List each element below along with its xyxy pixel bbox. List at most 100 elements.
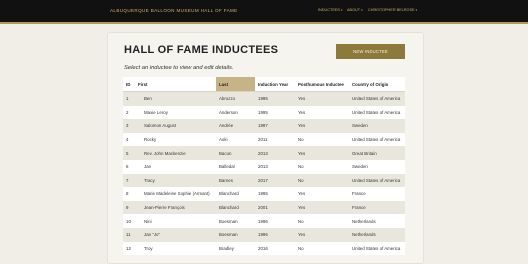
table-row[interactable]: 3 Salomon August Andrée 1997 Yes Sweden <box>123 119 405 133</box>
instruction-text: Select an inductee to view and edit deta… <box>124 65 234 71</box>
cell-first: Jean-Pierre François <box>135 200 216 215</box>
cell-country: Netherlands <box>349 214 405 228</box>
brand-title[interactable]: ALBUQUERQUE BALLOON MUSEUM HALL OF FAME <box>110 8 238 13</box>
column-header-id[interactable]: ID <box>123 77 135 92</box>
cell-id: 3 <box>123 119 135 133</box>
cell-induction-year: 1996 <box>255 227 295 242</box>
cell-last: Boesman <box>216 214 255 228</box>
column-header-induction-year[interactable]: Induction Year <box>255 77 295 92</box>
nav-menu-about[interactable]: ABOUT▾ <box>347 8 363 12</box>
table-row[interactable]: 2 Maxie Leroy Anderson 1995 Yes United States… <box>123 105 405 120</box>
cell-last: Anderson <box>216 105 255 120</box>
table-row[interactable]: 7 Tracy Barnes 2017 No United States of Ameri… <box>123 173 405 188</box>
inductees-table: ID First Last Induction Year Posthumous … <box>123 77 405 256</box>
cell-country: Netherlands <box>349 227 405 242</box>
cell-country: Sweden <box>349 119 405 133</box>
cell-country: United States of America <box>349 91 405 106</box>
cell-last: Blanchard <box>216 200 255 215</box>
table-row[interactable]: 6 Jan Balledal 2013 No Sweden <box>123 159 405 174</box>
cell-last: Blanchard <box>216 187 255 201</box>
column-header-posthumous[interactable]: Posthumous Inductee <box>295 77 349 92</box>
table-header-row: ID First Last Induction Year Posthumous … <box>123 77 405 92</box>
cell-posthumous: Yes <box>295 146 349 160</box>
cell-country: France <box>349 187 405 201</box>
table-row[interactable]: 8 Marie Madeleine Sophie (Armant) Blanchar… <box>123 187 405 201</box>
page-title: HALL OF FAME INDUCTEES <box>124 44 279 56</box>
new-inductee-button[interactable]: NEW INDUCTEE <box>336 44 405 59</box>
cell-posthumous: No <box>295 241 349 256</box>
cell-first: Tracy <box>135 173 216 188</box>
chevron-down-icon: ▾ <box>340 8 343 12</box>
cell-id: 1 <box>123 91 135 106</box>
cell-id: 8 <box>123 187 135 201</box>
table-row[interactable]: 11 Jan "Jo" Boesman 1996 Yes Netherlands <box>123 227 405 242</box>
cell-first: Rev. John Mackenzie <box>135 146 216 160</box>
column-header-country[interactable]: Country of Origin <box>349 77 405 92</box>
chevron-down-icon: ▾ <box>361 8 363 12</box>
cell-last: Bradley <box>216 241 255 256</box>
cell-country: Sweden <box>349 159 405 174</box>
cell-induction-year: 2011 <box>255 132 295 147</box>
cell-last: Abruzzo <box>216 91 255 106</box>
cell-induction-year: 1997 <box>255 119 295 133</box>
nav-menu-user-label: CHRISTOPHER BELROSE <box>368 8 415 12</box>
cell-induction-year: 1996 <box>255 214 295 228</box>
cell-first: Jan "Jo" <box>135 227 216 242</box>
table-row[interactable]: 5 Rev. John Mackenzie Bacon 2013 Yes Great Br… <box>123 146 405 160</box>
cell-country: Great Britain <box>349 146 405 160</box>
cell-posthumous: Yes <box>295 200 349 215</box>
cell-id: 2 <box>123 105 135 120</box>
table-row[interactable]: 1 Ben Abruzzo 1995 Yes United States of Ameri… <box>123 91 405 106</box>
cell-posthumous: Yes <box>295 91 349 106</box>
cell-country: United States of America <box>349 241 405 256</box>
table-row[interactable]: 4 Rocky Aoki 2011 No United States of America <box>123 132 405 147</box>
cell-induction-year: 2013 <box>255 146 295 160</box>
cell-posthumous: No <box>295 159 349 174</box>
cell-id: 4 <box>123 132 135 147</box>
cell-first: Salomon August <box>135 119 216 133</box>
cell-last: Barnes <box>216 173 255 188</box>
cell-country: United States of America <box>349 132 405 147</box>
cell-induction-year: 2013 <box>255 159 295 174</box>
cell-id: 10 <box>123 214 135 228</box>
cell-country: United States of America <box>349 173 405 188</box>
cell-id: 6 <box>123 159 135 174</box>
cell-posthumous: No <box>295 132 349 147</box>
cell-first: Maxie Leroy <box>135 105 216 120</box>
nav-menu-about-label: ABOUT <box>347 8 361 12</box>
cell-country: France <box>349 200 405 215</box>
cell-first: Marie Madeleine Sophie (Armant) <box>135 187 216 201</box>
cell-induction-year: 1995 <box>255 105 295 120</box>
table-row[interactable]: 10 Nini Boesman 1996 No Netherlands <box>123 214 405 228</box>
cell-first: Rocky <box>135 132 216 147</box>
cell-last: Boesman <box>216 227 255 242</box>
chevron-down-icon: ▾ <box>415 8 418 12</box>
cell-induction-year: 1995 <box>255 91 295 106</box>
cell-first: Ben <box>135 91 216 106</box>
cell-last: Aoki <box>216 132 255 147</box>
cell-first: Troy <box>135 241 216 256</box>
table-row[interactable]: 12 Troy Bradley 2016 No United States of Amer… <box>123 241 405 256</box>
column-header-last[interactable]: Last <box>216 77 255 92</box>
column-header-first[interactable]: First <box>135 77 216 92</box>
cell-country: United States of America <box>349 105 405 120</box>
cell-posthumous: Yes <box>295 227 349 242</box>
cell-first: Nini <box>135 214 216 228</box>
nav-menu-inductees[interactable]: INDUCTEES▾ <box>318 8 342 12</box>
cell-posthumous: Yes <box>295 187 349 201</box>
cell-id: 9 <box>123 200 135 215</box>
nav-menu-user[interactable]: CHRISTOPHER BELROSE▾ <box>368 8 417 12</box>
cell-induction-year: 2017 <box>255 173 295 188</box>
cell-posthumous: No <box>295 214 349 228</box>
cell-posthumous: Yes <box>295 119 349 133</box>
cell-id: 7 <box>123 173 135 188</box>
cell-last: Andrée <box>216 119 255 133</box>
cell-last: Bacon <box>216 146 255 160</box>
cell-posthumous: Yes <box>295 105 349 120</box>
table-row[interactable]: 9 Jean-Pierre François Blanchard 2001 Yes Fra… <box>123 200 405 215</box>
top-navbar: ALBUQUERQUE BALLOON MUSEUM HALL OF FAME … <box>0 0 528 24</box>
cell-posthumous: No <box>295 173 349 188</box>
cell-id: 12 <box>123 241 135 256</box>
cell-id: 11 <box>123 227 135 242</box>
cell-induction-year: 1995 <box>255 187 295 201</box>
